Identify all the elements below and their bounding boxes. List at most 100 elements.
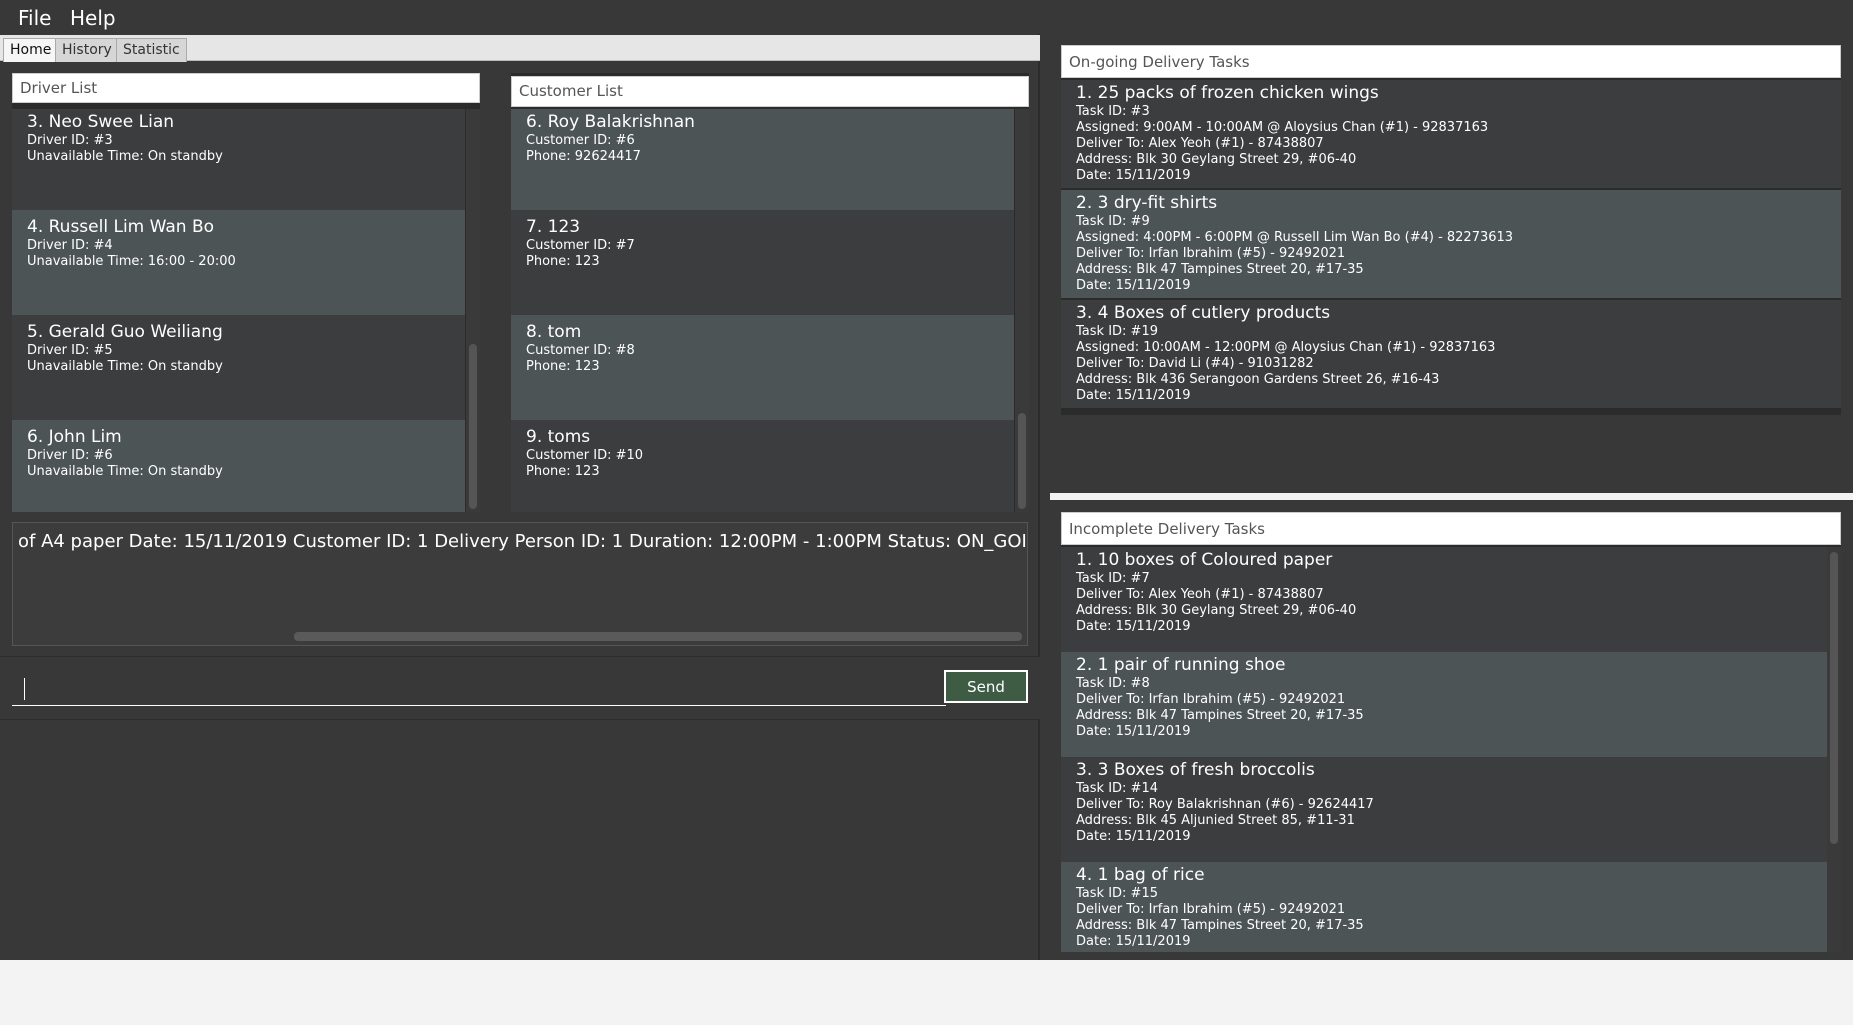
driver-list-panel: Driver List 3. Neo Swee Lian Driver ID: …	[12, 73, 480, 512]
driver-name: 3. Neo Swee Lian	[27, 112, 175, 132]
task-date: Date: 15/11/2019	[1076, 388, 1191, 403]
task-date: Date: 15/11/2019	[1076, 278, 1191, 293]
task-address: Address: Blk 45 Aljunied Street 85, #11-…	[1076, 813, 1355, 828]
incomplete-task-card[interactable]: 1. 10 boxes of Coloured paper Task ID: #…	[1061, 547, 1827, 652]
customer-list-header: Customer List	[511, 76, 1029, 107]
task-deliver-to: Deliver To: Irfan Ibrahim (#5) - 9249202…	[1076, 902, 1346, 917]
task-date: Date: 15/11/2019	[1076, 829, 1191, 844]
customer-id: Customer ID: #8	[526, 343, 635, 358]
driver-id: Driver ID: #4	[27, 238, 113, 253]
ongoing-task-card[interactable]: 1. 25 packs of frozen chicken wings Task…	[1061, 80, 1841, 188]
ongoing-tasks-header: On-going Delivery Tasks	[1061, 45, 1841, 78]
ongoing-task-card[interactable]: 2. 3 dry-fit shirts Task ID: #9 Assigned…	[1061, 190, 1841, 298]
customer-name: 6. Roy Balakrishnan	[526, 112, 695, 132]
customer-name: 8. tom	[526, 322, 582, 342]
incomplete-tasks-panel: Incomplete Delivery Tasks 1. 10 boxes of…	[1061, 512, 1841, 952]
task-address: Address: Blk 436 Serangoon Gardens Stree…	[1076, 372, 1440, 387]
tab-history[interactable]: History	[55, 38, 119, 62]
task-deliver-to: Deliver To: Irfan Ibrahim (#5) - 9249202…	[1076, 246, 1346, 261]
incomplete-task-card[interactable]: 2. 1 pair of running shoe Task ID: #8 De…	[1061, 652, 1827, 757]
driver-name: 6. John Lim	[27, 427, 122, 447]
customer-card[interactable]: 7. 123 Customer ID: #7 Phone: 123	[511, 210, 1014, 315]
menu-file[interactable]: File	[18, 6, 51, 30]
driver-card[interactable]: 3. Neo Swee Lian Driver ID: #3 Unavailab…	[12, 109, 465, 210]
driver-card[interactable]: 4. Russell Lim Wan Bo Driver ID: #4 Unav…	[12, 210, 465, 315]
task-date: Date: 15/11/2019	[1076, 724, 1191, 739]
task-title: 3. 3 Boxes of fresh broccolis	[1076, 760, 1315, 780]
tab-bar: Home History Statistic	[0, 35, 1040, 62]
task-date: Date: 15/11/2019	[1076, 934, 1191, 949]
text-caret	[24, 678, 25, 700]
driver-id: Driver ID: #3	[27, 133, 113, 148]
tab-statistic[interactable]: Statistic	[116, 38, 187, 62]
task-title: 1. 10 boxes of Coloured paper	[1076, 550, 1333, 570]
customer-phone: Phone: 123	[526, 464, 600, 479]
task-address: Address: Blk 47 Tampines Street 20, #17-…	[1076, 262, 1364, 277]
task-deliver-to: Deliver To: Alex Yeoh (#1) - 87438807	[1076, 136, 1324, 151]
result-horizontal-scrollbar[interactable]	[294, 632, 1022, 641]
task-id: Task ID: #19	[1076, 324, 1158, 339]
ongoing-task-card[interactable]: 3. 4 Boxes of cutlery products Task ID: …	[1061, 300, 1841, 408]
task-id: Task ID: #15	[1076, 886, 1158, 901]
command-input[interactable]	[12, 670, 946, 706]
driver-card[interactable]: 5. Gerald Guo Weiliang Driver ID: #5 Una…	[12, 315, 465, 420]
incomplete-tasks-list: 1. 10 boxes of Coloured paper Task ID: #…	[1061, 547, 1827, 952]
driver-id: Driver ID: #5	[27, 343, 113, 358]
driver-list: 3. Neo Swee Lian Driver ID: #3 Unavailab…	[12, 109, 465, 512]
menu-help[interactable]: Help	[70, 6, 116, 30]
driver-unavailable-time: Unavailable Time: On standby	[27, 149, 223, 164]
driver-id: Driver ID: #6	[27, 448, 113, 463]
customer-card[interactable]: 6. Roy Balakrishnan Customer ID: #6 Phon…	[511, 109, 1014, 210]
driver-unavailable-time: Unavailable Time: On standby	[27, 359, 223, 374]
ongoing-tasks-list: 1. 25 packs of frozen chicken wings Task…	[1061, 80, 1841, 415]
task-id: Task ID: #14	[1076, 781, 1158, 796]
task-date: Date: 15/11/2019	[1076, 619, 1191, 634]
task-title: 3. 4 Boxes of cutlery products	[1076, 303, 1331, 323]
customer-card[interactable]: 9. toms Customer ID: #10 Phone: 123	[511, 420, 1014, 512]
task-id: Task ID: #3	[1076, 104, 1150, 119]
customer-list: 6. Roy Balakrishnan Customer ID: #6 Phon…	[511, 109, 1014, 512]
task-deliver-to: Deliver To: Alex Yeoh (#1) - 87438807	[1076, 587, 1324, 602]
split-pane-divider[interactable]	[1050, 493, 1853, 500]
task-date: Date: 15/11/2019	[1076, 168, 1191, 183]
customer-name: 7. 123	[526, 217, 581, 237]
app-window: File Help Home History Statistic Driver …	[0, 0, 1853, 960]
incomplete-tasks-scroll-thumb[interactable]	[1830, 552, 1838, 844]
driver-list-header: Driver List	[12, 73, 480, 103]
task-deliver-to: Deliver To: Irfan Ibrahim (#5) - 9249202…	[1076, 692, 1346, 707]
driver-list-scroll-thumb[interactable]	[469, 344, 477, 509]
send-button[interactable]: Send	[944, 670, 1028, 703]
task-deliver-to: Deliver To: Roy Balakrishnan (#6) - 9262…	[1076, 797, 1374, 812]
task-assigned: Assigned: 9:00AM - 10:00AM @ Aloysius Ch…	[1076, 120, 1489, 135]
result-display[interactable]: of A4 paper Date: 15/11/2019 Customer ID…	[12, 522, 1028, 646]
tab-home[interactable]: Home	[3, 38, 59, 62]
customer-id: Customer ID: #6	[526, 133, 635, 148]
task-title: 2. 3 dry-fit shirts	[1076, 193, 1218, 213]
task-title: 2. 1 pair of running shoe	[1076, 655, 1286, 675]
task-title: 1. 25 packs of frozen chicken wings	[1076, 83, 1379, 103]
task-address: Address: Blk 30 Geylang Street 29, #06-4…	[1076, 152, 1357, 167]
customer-id: Customer ID: #10	[526, 448, 644, 463]
incomplete-task-card[interactable]: 4. 1 bag of rice Task ID: #15 Deliver To…	[1061, 862, 1827, 952]
task-address: Address: Blk 30 Geylang Street 29, #06-4…	[1076, 603, 1357, 618]
driver-unavailable-time: Unavailable Time: 16:00 - 20:00	[27, 254, 236, 269]
customer-name: 9. toms	[526, 427, 591, 447]
customer-list-scroll-thumb[interactable]	[1018, 413, 1026, 509]
result-text: of A4 paper Date: 15/11/2019 Customer ID…	[18, 531, 1028, 552]
driver-name: 5. Gerald Guo Weiliang	[27, 322, 223, 342]
driver-unavailable-time: Unavailable Time: On standby	[27, 464, 223, 479]
left-pane: Home History Statistic Driver List 3. Ne…	[0, 34, 1040, 960]
task-address: Address: Blk 47 Tampines Street 20, #17-…	[1076, 918, 1364, 933]
customer-phone: Phone: 92624417	[526, 149, 641, 164]
customer-phone: Phone: 123	[526, 254, 600, 269]
task-title: 4. 1 bag of rice	[1076, 865, 1205, 885]
customer-card[interactable]: 8. tom Customer ID: #8 Phone: 123	[511, 315, 1014, 420]
driver-name: 4. Russell Lim Wan Bo	[27, 217, 215, 237]
incomplete-task-card[interactable]: 3. 3 Boxes of fresh broccolis Task ID: #…	[1061, 757, 1827, 862]
driver-card[interactable]: 6. John Lim Driver ID: #6 Unavailable Ti…	[12, 420, 465, 512]
task-assigned: Assigned: 10:00AM - 12:00PM @ Aloysius C…	[1076, 340, 1496, 355]
incomplete-tasks-header: Incomplete Delivery Tasks	[1061, 512, 1841, 545]
task-address: Address: Blk 47 Tampines Street 20, #17-…	[1076, 708, 1364, 723]
task-id: Task ID: #7	[1076, 571, 1150, 586]
menu-bar: File Help	[0, 0, 1853, 34]
